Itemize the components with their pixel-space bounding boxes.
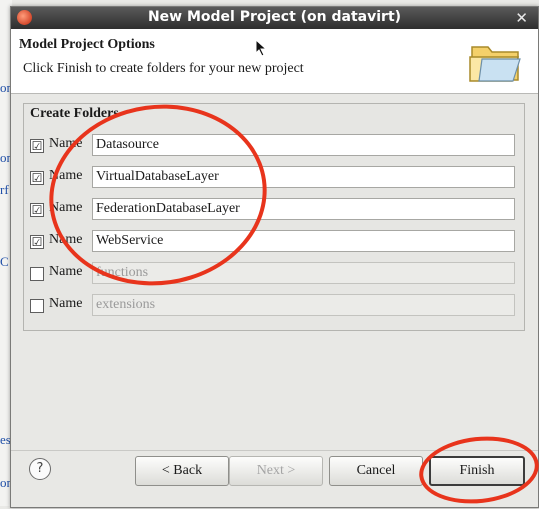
back-button[interactable]: < Back — [135, 456, 229, 486]
folder-row: Name — [30, 294, 522, 318]
folder-checkbox[interactable]: ☑ — [30, 235, 44, 249]
help-icon[interactable]: ? — [29, 458, 51, 480]
page-description: Click Finish to create folders for your … — [23, 61, 304, 76]
name-label: Name — [49, 264, 83, 279]
dialog-window: New Model Project (on datavirt) ✕ Model … — [10, 6, 539, 509]
window-title: New Model Project (on datavirt) — [147, 9, 402, 25]
title-bar[interactable]: New Model Project (on datavirt) ✕ — [11, 7, 538, 29]
folder-checkbox[interactable] — [30, 299, 44, 313]
mouse-pointer-icon — [255, 39, 268, 57]
folder-checkbox[interactable]: ☑ — [30, 203, 44, 217]
folder-name-input[interactable] — [92, 294, 515, 316]
folder-icon — [469, 46, 521, 82]
next-button[interactable]: Next > — [229, 456, 323, 486]
cancel-button[interactable]: Cancel — [329, 456, 423, 486]
wizard-header: Model Project Options Click Finish to cr… — [11, 29, 538, 94]
background-text-fragment: rf — [0, 182, 9, 197]
background-link-fragment[interactable]: C — [0, 254, 9, 270]
folder-checkbox[interactable]: ☑ — [30, 139, 44, 153]
page-title: Model Project Options — [19, 37, 155, 52]
close-icon[interactable]: ✕ — [515, 9, 528, 27]
annotation-circle-finish — [415, 430, 539, 509]
name-label: Name — [49, 296, 83, 311]
folder-checkbox[interactable]: ☑ — [30, 171, 44, 185]
folder-checkbox[interactable] — [30, 267, 44, 281]
